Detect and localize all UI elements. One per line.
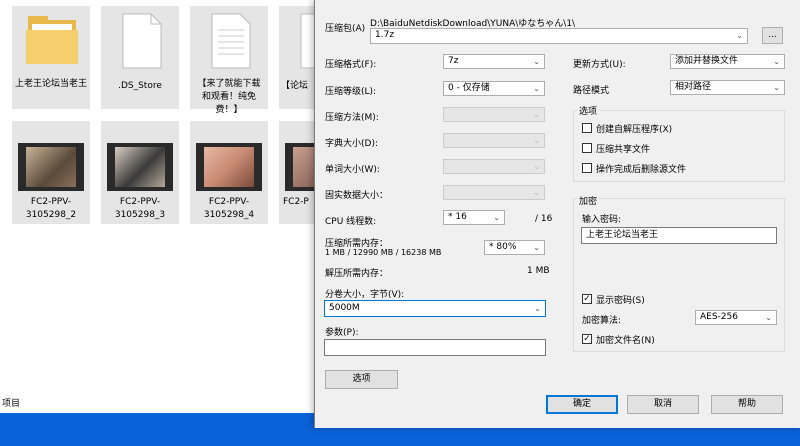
format-value: 7z: [448, 56, 459, 66]
chevron-down-icon: ⌄: [773, 57, 780, 66]
delete-after-label: 操作完成后删除源文件: [596, 165, 687, 175]
threads-value: * 16: [448, 212, 467, 222]
level-select[interactable]: 0 - 仅存储 ⌄: [443, 81, 545, 96]
decompress-mem-label: 解压所需内存：: [325, 269, 389, 279]
threads-total: / 16: [535, 214, 553, 224]
delete-after-checkbox[interactable]: [582, 163, 592, 173]
tile-label: 上老王论坛当老王: [14, 79, 87, 89]
shared-files-label: 压缩共享文件: [596, 145, 651, 155]
chevron-down-icon: ⌄: [773, 83, 780, 92]
word-select: ⌄: [443, 159, 545, 174]
cancel-button[interactable]: 取消: [627, 395, 699, 414]
archive-name-value: 1.7z: [375, 30, 395, 40]
chevron-down-icon: ⌄: [736, 31, 743, 40]
help-button[interactable]: 帮助: [711, 395, 783, 414]
method-select: ⌄: [443, 107, 545, 122]
format-select[interactable]: 7z ⌄: [443, 54, 545, 69]
chevron-down-icon: ⌄: [534, 304, 541, 313]
sfx-label: 创建自解压程序(X): [596, 125, 673, 135]
split-size-value: 5000M: [329, 303, 360, 313]
browse-button[interactable]: ...: [762, 27, 783, 44]
encryption-method-label: 加密算法:: [582, 316, 622, 326]
video-tile[interactable]: FC2-PPV-3105298_3: [101, 121, 179, 224]
folder-icon: [26, 16, 78, 64]
video-tile[interactable]: FC2-P: [279, 121, 314, 224]
encryption-method-select[interactable]: AES-256 ⌄: [695, 310, 777, 325]
update-mode-value: 添加并替换文件: [675, 56, 739, 66]
file-tile[interactable]: 【论坛: [279, 6, 314, 109]
show-password-label: 显示密码(S): [596, 296, 645, 306]
show-password-checkbox[interactable]: ✓: [582, 294, 592, 304]
path-mode-label: 路径模式: [573, 86, 610, 96]
encryption-method-value: AES-256: [700, 312, 738, 322]
encrypt-names-checkbox[interactable]: ✓: [582, 334, 592, 344]
solid-label: 固实数据大小：: [325, 191, 389, 201]
sfx-checkbox[interactable]: [582, 123, 592, 133]
file-icon: [122, 13, 162, 69]
chevron-down-icon: ⌄: [493, 213, 500, 222]
path-mode-value: 相对路径: [675, 82, 712, 92]
word-label: 单词大小(W):: [325, 165, 380, 175]
tile-label: 【论坛: [281, 81, 309, 91]
split-size-combo[interactable]: 5000M ⌄: [324, 300, 546, 317]
params-label: 参数(P):: [325, 328, 359, 338]
password-input[interactable]: 上老王论坛当老王: [581, 227, 777, 244]
chevron-down-icon: ⌄: [533, 84, 540, 93]
video-tile[interactable]: FC2-PPV-3105298_4: [190, 121, 268, 224]
threads-label: CPU 线程数:: [325, 217, 377, 227]
tile-label: .DS_Store: [118, 81, 162, 91]
encrypt-names-label: 加密文件名(N): [596, 336, 655, 346]
ok-button[interactable]: 确定: [546, 395, 618, 414]
chevron-down-icon: ⌄: [533, 57, 540, 66]
password-label: 输入密码:: [582, 215, 622, 225]
update-label: 更新方式(U):: [573, 60, 626, 70]
solid-select: ⌄: [443, 185, 545, 200]
text-file-icon: [211, 13, 251, 69]
decompress-mem-value: 1 MB: [527, 266, 550, 276]
update-mode-select[interactable]: 添加并替换文件 ⌄: [670, 54, 785, 69]
split-label: 分卷大小，字节(V):: [325, 290, 405, 300]
video-tile[interactable]: FC2-PPV-3105298_2: [12, 121, 90, 224]
params-input[interactable]: [324, 339, 546, 356]
archive-label: 压缩包(A): [325, 24, 366, 34]
tile-label: FC2-PPV-3105298_2: [25, 197, 77, 220]
method-label: 压缩方法(M):: [325, 113, 379, 123]
shared-files-checkbox[interactable]: [582, 143, 592, 153]
video-thumbnail-icon: [107, 143, 173, 191]
mem-percent-select[interactable]: * 80% ⌄: [484, 240, 545, 255]
options-group-title: 选项: [577, 104, 600, 117]
threads-select[interactable]: * 16 ⌄: [443, 210, 505, 225]
chevron-down-icon: ⌄: [533, 136, 540, 145]
explorer-window: 上老王论坛当老王 .DS_Store 【来了就能下载和观看！纯免费！】 【论坛 …: [0, 0, 314, 413]
video-thumbnail-icon: [285, 143, 314, 191]
encryption-group-title: 加密: [577, 194, 600, 207]
mem-detail: 1 MB / 12990 MB / 16238 MB: [325, 248, 442, 257]
tile-label: 【来了就能下载和观看！纯免费！】: [197, 79, 261, 115]
dict-select: ⌄: [443, 133, 545, 148]
tile-label: FC2-PPV-3105298_3: [114, 197, 166, 220]
archive-name-combo[interactable]: 1.7z ⌄: [370, 28, 748, 44]
mem-percent-value: * 80%: [489, 242, 517, 252]
video-thumbnail-icon: [196, 143, 262, 191]
status-bar-text: 项目: [2, 399, 21, 409]
options-button[interactable]: 选项: [325, 370, 398, 389]
file-tile[interactable]: .DS_Store: [101, 6, 179, 109]
tile-label: FC2-P: [283, 197, 309, 207]
folder-tile[interactable]: 上老王论坛当老王: [12, 6, 90, 109]
add-to-archive-dialog: 压缩包(A) D:\BaiduNetdiskDownload\YUNA\ゆなちゃ…: [314, 0, 800, 428]
text-file-icon: [300, 13, 314, 69]
video-thumbnail-icon: [18, 143, 84, 191]
chevron-down-icon: ⌄: [533, 243, 540, 252]
dict-label: 字典大小(D):: [325, 139, 378, 149]
file-tile[interactable]: 【来了就能下载和观看！纯免费！】: [190, 6, 268, 115]
path-mode-select[interactable]: 相对路径 ⌄: [670, 80, 785, 95]
chevron-down-icon: ⌄: [765, 313, 772, 322]
level-label: 压缩等级(L):: [325, 87, 377, 97]
tile-label: FC2-PPV-3105298_4: [203, 197, 255, 220]
format-label: 压缩格式(F):: [325, 60, 377, 70]
level-value: 0 - 仅存储: [448, 83, 490, 93]
chevron-down-icon: ⌄: [533, 162, 540, 171]
chevron-down-icon: ⌄: [533, 110, 540, 119]
chevron-down-icon: ⌄: [533, 188, 540, 197]
